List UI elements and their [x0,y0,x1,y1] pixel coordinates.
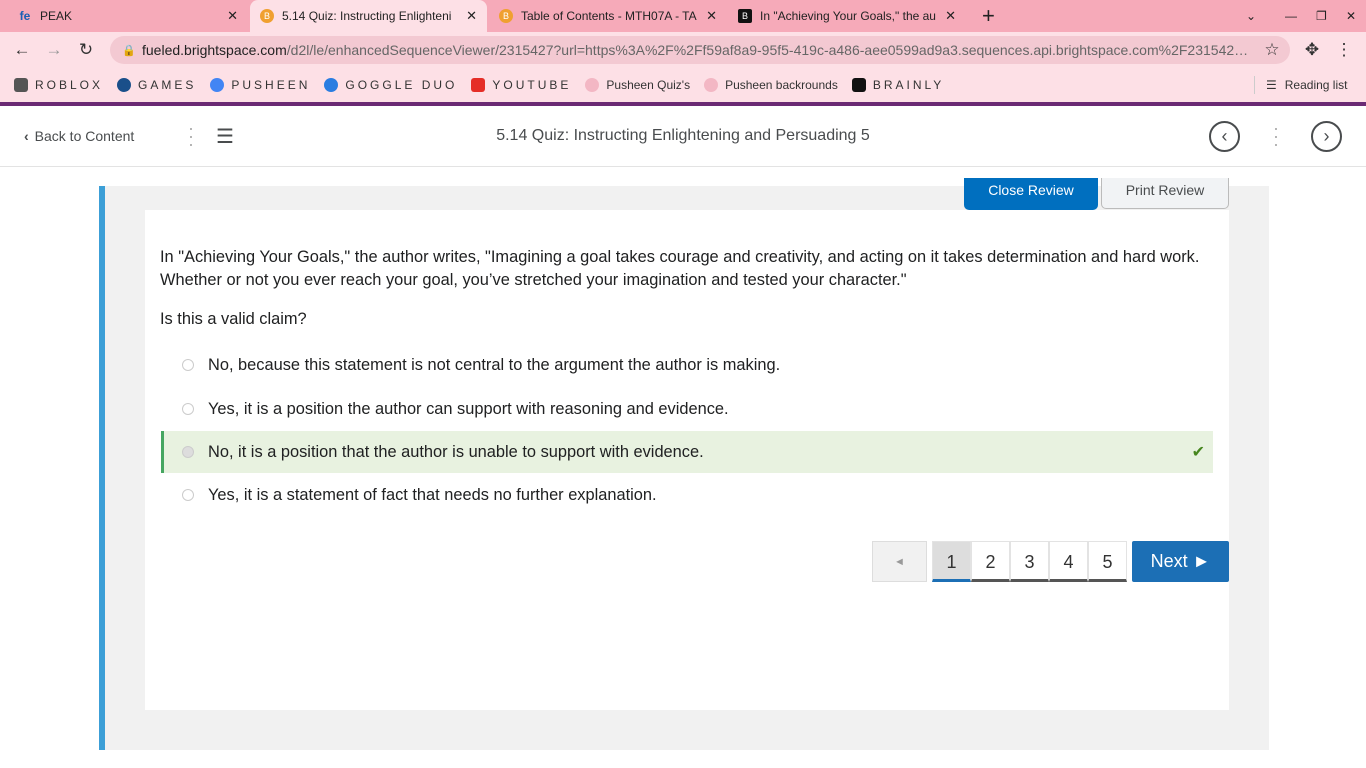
close-icon[interactable]: ✕ [227,8,238,24]
previous-page-button[interactable]: ◄ [872,541,927,582]
page-title: 5.14 Quiz: Instructing Enlightening and … [496,127,870,144]
duo-icon [324,78,339,92]
roblox-icon [14,78,28,92]
lock-icon: 🔒 [122,44,136,57]
bookmark-brainly[interactable]: BRAINLY [851,78,945,92]
bookmark-label: PUSHEEN [231,78,311,92]
close-review-button[interactable]: Close Review [964,178,1098,210]
tab-title: 5.14 Quiz: Instructing Enlighteni [282,9,452,23]
brainly-icon: B [738,9,752,23]
brainly-icon [851,78,866,92]
youtube-icon [471,78,486,92]
forward-icon[interactable]: → [38,40,70,60]
option-label: Yes, it is a position the author can sup… [208,399,729,418]
bookmark-youtube[interactable]: YOUTUBE [471,78,571,92]
page-2[interactable]: 2 [971,541,1010,582]
previous-topic-button[interactable]: ‹ [1209,121,1240,152]
question-prompt: Is this a valid claim? [160,310,307,328]
bookmark-label: YOUTUBE [492,78,572,92]
option-label: Yes, it is a statement of fact that need… [208,485,657,504]
tab-search-icon[interactable]: ⌄ [1236,0,1266,32]
bookmark-label: Pusheen Quiz's [606,78,691,92]
page-5[interactable]: 5 [1088,541,1127,582]
close-icon[interactable]: ✕ [706,8,717,24]
restore-icon[interactable]: ❐ [1306,0,1337,32]
reading-list-label: Reading list [1284,78,1348,92]
fe-icon: fe [19,9,31,23]
sequence-header: ‹ Back to Content · · · ☰ 5.14 Quiz: Instru… [0,106,1366,167]
close-icon[interactable]: ✕ [466,8,477,24]
minimize-icon[interactable]: — [1275,0,1307,32]
next-button[interactable]: Next ► [1132,541,1229,582]
page-list: 1 2 3 4 5 [932,541,1127,582]
close-window-icon[interactable]: ✕ [1336,0,1366,32]
tab-title: Table of Contents - MTH07A - TA [521,9,697,23]
bookmark-duo[interactable]: GOGGLE DUO [324,78,457,92]
menu-icon[interactable]: ⋮ [1328,40,1360,60]
bookmark-label: BRAINLY [872,78,945,92]
divider [1254,76,1255,94]
tab-brainly[interactable]: B In "Achieving Your Goals," the au ✕ [728,0,966,32]
answer-option-selected[interactable]: No, it is a position that the author is … [161,431,1213,473]
google-icon [210,78,225,92]
bookmark-label: GOGGLE DUO [345,78,458,92]
extensions-icon[interactable]: ✥ [1296,40,1328,60]
question-text: In "Achieving Your Goals," the author wr… [160,248,1200,289]
tab-toc[interactable]: B Table of Contents - MTH07A - TA ✕ [489,0,727,32]
url-host: fueled.brightspace.com [142,42,287,58]
address-bar[interactable]: 🔒 fueled.brightspace.com/d2l/le/enhancedS… [110,36,1290,64]
radio-button[interactable] [182,446,194,458]
games-icon [117,78,132,92]
page-3[interactable]: 3 [1010,541,1049,582]
bookmark-pusheen-quiz[interactable]: Pusheen Quiz's [585,78,690,92]
check-icon: ✔ [1191,444,1205,461]
bookmark-label: ROBLOX [35,78,104,92]
print-review-button[interactable]: Print Review [1101,178,1229,209]
page-4[interactable]: 4 [1049,541,1088,582]
back-icon[interactable]: ← [6,40,38,60]
option-label: No, because this statement is not centra… [208,355,781,374]
bookmark-games[interactable]: GAMES [117,78,196,92]
browser-toolbar: ← → ↻ 🔒 fueled.brightspace.com/d2l/le/enh… [0,32,1366,68]
radio-button[interactable] [182,359,194,371]
radio-button[interactable] [182,403,194,415]
radio-button[interactable] [182,489,194,501]
reading-list-icon: ☰ [1266,78,1277,92]
pusheen-icon [585,78,600,92]
tab-bar: fe PEAK ✕ B 5.14 Quiz: Instructing Enlighte… [0,0,1366,32]
option-label: No, it is a position that the author is … [208,442,704,461]
answer-option[interactable]: Yes, it is a statement of fact that need… [161,474,1213,516]
bookmark-pusheen[interactable]: PUSHEEN [210,78,310,92]
tab-quiz[interactable]: B 5.14 Quiz: Instructing Enlighteni ✕ [250,0,487,32]
star-icon[interactable]: ☆ [1256,40,1288,60]
tab-title: In "Achieving Your Goals," the au [760,9,936,23]
new-tab-button[interactable]: + [972,0,1005,32]
brightspace-icon: B [260,9,274,23]
bookmark-roblox[interactable]: ROBLOX [14,78,103,92]
reading-list-button[interactable]: ☰ Reading list [1266,78,1347,92]
answer-option[interactable]: Yes, it is a position the author can sup… [161,388,1213,430]
tab-title: PEAK [40,9,73,23]
bookmark-pusheen-backrounds[interactable]: Pusheen backrounds [704,78,838,92]
url-path: /d2l/le/enhancedSequenceViewer/2315427?u… [286,42,1249,58]
pusheen-icon [704,78,719,92]
close-icon[interactable]: ✕ [945,8,956,24]
bookmark-label: GAMES [138,78,197,92]
brightspace-icon: B [499,9,513,23]
tab-peak[interactable]: fe PEAK ✕ [8,0,248,32]
bookmarks-bar: ROBLOX GAMES PUSHEEN GOGGLE DUO YOUTUBE … [0,68,1366,102]
divider-icon: · · · [1273,118,1279,154]
page-1[interactable]: 1 [932,541,971,582]
reload-icon[interactable]: ↻ [70,40,102,60]
bookmark-label: Pusheen backrounds [725,78,838,92]
answer-option[interactable]: No, because this statement is not centra… [161,344,1213,386]
next-topic-button[interactable]: › [1311,121,1342,152]
